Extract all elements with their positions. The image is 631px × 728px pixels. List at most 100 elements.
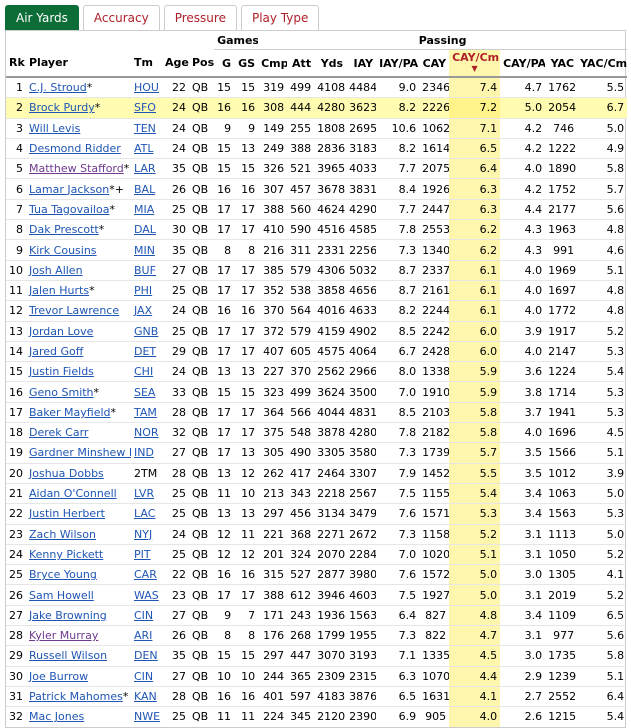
- team-link[interactable]: BUF: [134, 264, 156, 277]
- column-header-iay[interactable]: IAY: [346, 49, 377, 78]
- tab-accuracy[interactable]: Accuracy: [82, 5, 160, 31]
- team-link[interactable]: LVR: [134, 487, 154, 500]
- column-header-cay[interactable]: CAY: [419, 49, 450, 78]
- player-link[interactable]: Aidan O'Connell: [29, 487, 117, 500]
- team-link[interactable]: SEA: [134, 386, 155, 399]
- player-link[interactable]: Joe Burrow: [29, 670, 88, 683]
- column-header-player[interactable]: Player: [26, 49, 131, 78]
- player-link[interactable]: C.J. Stroud: [29, 81, 87, 94]
- player-link[interactable]: Jalen Hurts: [29, 284, 89, 297]
- cell-tm: CAR: [131, 564, 162, 585]
- column-header-yds[interactable]: Yds: [314, 49, 347, 78]
- player-link[interactable]: Patrick Mahomes: [29, 690, 123, 703]
- column-header-cmp[interactable]: Cmp: [258, 49, 288, 78]
- tab-pressure[interactable]: Pressure: [163, 5, 237, 31]
- tab-air-yards[interactable]: Air Yards: [5, 5, 79, 31]
- team-link[interactable]: WAS: [134, 589, 159, 602]
- player-link[interactable]: Matthew Stafford: [29, 162, 124, 175]
- team-link[interactable]: TEN: [134, 122, 156, 135]
- cell-cay-pa: 3.5: [500, 462, 546, 484]
- player-link[interactable]: Kenny Pickett: [29, 548, 103, 561]
- table-row: 29 Russell Wilson DEN 35 QB 15 15 297 447 3070 319…: [6, 645, 628, 667]
- team-link[interactable]: NYJ: [134, 528, 152, 541]
- team-link[interactable]: LAR: [134, 162, 156, 175]
- player-link[interactable]: Derek Carr: [29, 426, 88, 439]
- table-row: 1 C.J. Stroud* HOU 22 QB 15 15 319 499 4108 4484 9.…: [6, 76, 628, 98]
- team-link[interactable]: CHI: [134, 365, 153, 378]
- team-link[interactable]: ARI: [134, 629, 152, 642]
- player-link[interactable]: Jake Browning: [29, 609, 107, 622]
- team-link[interactable]: PHI: [134, 284, 152, 297]
- cell-yac: 1696: [545, 422, 578, 443]
- player-link[interactable]: Brock Purdy: [29, 101, 95, 114]
- team-link[interactable]: IND: [134, 446, 154, 459]
- player-link[interactable]: Russell Wilson: [29, 649, 107, 662]
- team-link[interactable]: CIN: [134, 609, 153, 622]
- team-link[interactable]: KAN: [134, 690, 157, 703]
- player-link[interactable]: Mac Jones: [29, 710, 84, 723]
- player-link[interactable]: Justin Herbert: [29, 507, 105, 520]
- column-header-cay-per-pa[interactable]: CAY/PA: [500, 49, 546, 78]
- column-header-age[interactable]: Age: [162, 49, 189, 78]
- cell-yac-cmp: 5.0: [577, 117, 628, 139]
- player-link[interactable]: Bryce Young: [29, 568, 97, 581]
- player-link[interactable]: Desmond Ridder: [29, 142, 121, 155]
- team-link[interactable]: JAX: [134, 304, 152, 317]
- player-link[interactable]: Justin Fields: [29, 365, 94, 378]
- cell-att: 370: [287, 361, 315, 382]
- cell-yds: 1936: [314, 604, 347, 626]
- player-link[interactable]: Dak Prescott: [29, 223, 99, 236]
- player-link[interactable]: Joshua Dobbs: [29, 467, 104, 480]
- column-header-gs[interactable]: GS: [234, 49, 259, 78]
- team-link[interactable]: ATL: [134, 142, 154, 155]
- team-link[interactable]: TAM: [134, 406, 157, 419]
- team-link[interactable]: CAR: [134, 568, 157, 581]
- player-link[interactable]: Will Levis: [29, 122, 80, 135]
- cell-tm: DEN: [131, 645, 162, 667]
- team-link[interactable]: LAC: [134, 507, 155, 520]
- player-link[interactable]: Kyler Murray: [29, 629, 98, 642]
- player-link[interactable]: Kirk Cousins: [29, 244, 97, 257]
- column-header-rk[interactable]: Rk: [6, 49, 26, 78]
- team-link[interactable]: NOR: [134, 426, 159, 439]
- cell-iay-pa: 7.7: [376, 198, 420, 220]
- team-link[interactable]: DEN: [134, 649, 158, 662]
- cell-yds: 4044: [314, 401, 347, 423]
- column-header-cay-per-cmp[interactable]: CAY/Cmp▼: [449, 49, 501, 78]
- player-link[interactable]: Tua Tagovailoa: [29, 203, 109, 216]
- player-link[interactable]: Trevor Lawrence: [29, 304, 119, 317]
- team-link[interactable]: BAL: [134, 183, 155, 196]
- player-link[interactable]: Geno Smith: [29, 386, 94, 399]
- cell-cmp: 372: [258, 320, 288, 342]
- team-link[interactable]: DET: [134, 345, 156, 358]
- cell-yds: 2309: [314, 665, 347, 687]
- team-link[interactable]: GNB: [134, 325, 158, 338]
- team-link[interactable]: MIA: [134, 203, 154, 216]
- column-header-g[interactable]: G: [214, 49, 235, 78]
- column-header-iay-per-pa[interactable]: IAY/PA: [376, 49, 420, 78]
- player-link[interactable]: Jordan Love: [29, 325, 93, 338]
- column-header-tm[interactable]: Tm: [131, 49, 162, 78]
- player-link[interactable]: Jared Goff: [29, 345, 83, 358]
- tab-play-type[interactable]: Play Type: [240, 5, 320, 31]
- column-header-pos[interactable]: Pos: [189, 49, 215, 78]
- column-header-att[interactable]: Att: [287, 49, 315, 78]
- team-link[interactable]: PIT: [134, 548, 151, 561]
- team-link[interactable]: MIN: [134, 244, 155, 257]
- player-link[interactable]: Gardner Minshew II: [29, 446, 131, 459]
- player-link[interactable]: Baker Mayfield: [29, 406, 111, 419]
- player-link[interactable]: Lamar Jackson: [29, 183, 109, 196]
- team-link[interactable]: CIN: [134, 670, 153, 683]
- team-link[interactable]: HOU: [134, 81, 159, 94]
- player-link[interactable]: Josh Allen: [29, 264, 83, 277]
- column-header-yac[interactable]: YAC: [545, 49, 578, 78]
- team-link[interactable]: SFO: [134, 101, 156, 114]
- cell-cmp: 297: [258, 645, 288, 667]
- player-link[interactable]: Zach Wilson: [29, 528, 96, 541]
- pro-bowl-marker: *: [122, 690, 129, 704]
- player-link[interactable]: Sam Howell: [29, 589, 94, 602]
- team-link[interactable]: DAL: [134, 223, 156, 236]
- column-header-yac-per-cmp[interactable]: YAC/Cmp: [577, 49, 628, 78]
- pro-bowl-marker: *: [93, 385, 100, 399]
- team-link[interactable]: NWE: [134, 710, 160, 723]
